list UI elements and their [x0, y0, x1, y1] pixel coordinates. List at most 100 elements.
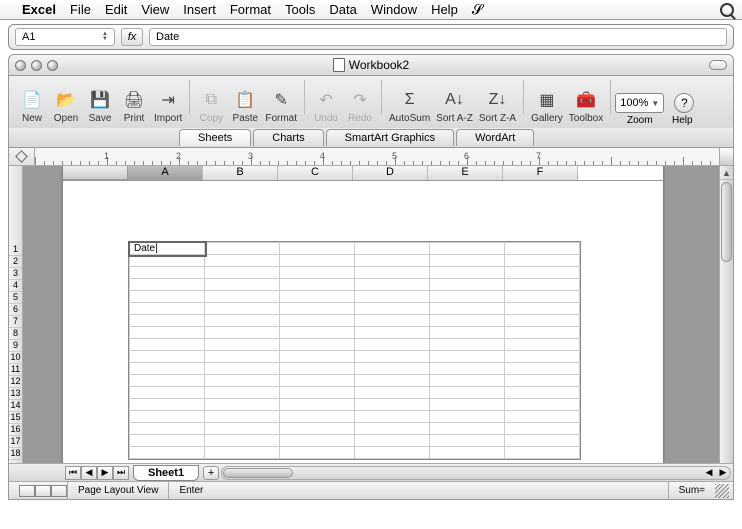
- cell-D7[interactable]: [355, 315, 430, 327]
- cell-A14[interactable]: [130, 399, 205, 411]
- horizontal-scrollbar[interactable]: ◀ ▶: [221, 466, 731, 480]
- column-header-c[interactable]: C: [278, 166, 353, 180]
- add-sheet-button[interactable]: +: [203, 466, 219, 480]
- select-all-diamond[interactable]: [9, 148, 35, 165]
- cell-B8[interactable]: [205, 327, 280, 339]
- page-break-view-button[interactable]: [51, 485, 67, 497]
- cell-C5[interactable]: [280, 291, 355, 303]
- tab-charts[interactable]: Charts: [253, 129, 323, 146]
- menu-format[interactable]: Format: [230, 2, 271, 17]
- cell-C3[interactable]: [280, 267, 355, 279]
- cell-E6[interactable]: [430, 303, 505, 315]
- cell-F9[interactable]: [505, 339, 580, 351]
- cell-C17[interactable]: [280, 435, 355, 447]
- print-button[interactable]: 🖨Print: [117, 87, 151, 126]
- app-menu[interactable]: Excel: [22, 2, 56, 17]
- cell-B18[interactable]: [205, 447, 280, 459]
- menu-help[interactable]: Help: [431, 2, 458, 17]
- cell-B3[interactable]: [205, 267, 280, 279]
- cell-F4[interactable]: [505, 279, 580, 291]
- cell-E16[interactable]: [430, 423, 505, 435]
- cell-D5[interactable]: [355, 291, 430, 303]
- cell-B9[interactable]: [205, 339, 280, 351]
- menu-tools[interactable]: Tools: [285, 2, 315, 17]
- normal-view-button[interactable]: [19, 485, 35, 497]
- cell-F13[interactable]: [505, 387, 580, 399]
- format-button[interactable]: ✎Format: [262, 87, 300, 126]
- row-header-18[interactable]: 18: [9, 448, 22, 460]
- cell-D4[interactable]: [355, 279, 430, 291]
- cell-F2[interactable]: [505, 255, 580, 267]
- row-header-16[interactable]: 16: [9, 424, 22, 436]
- tab-smartart[interactable]: SmartArt Graphics: [326, 129, 454, 146]
- sort-az-button[interactable]: A↓Sort A-Z: [433, 87, 476, 126]
- cell-C10[interactable]: [280, 351, 355, 363]
- undo-button[interactable]: ↶Undo: [309, 87, 343, 126]
- cell-E5[interactable]: [430, 291, 505, 303]
- cell-C8[interactable]: [280, 327, 355, 339]
- cell-D10[interactable]: [355, 351, 430, 363]
- row-header-7[interactable]: 7: [9, 316, 22, 328]
- spotlight-icon[interactable]: [720, 3, 734, 17]
- cell-B2[interactable]: [205, 255, 280, 267]
- new-button[interactable]: 📄New: [15, 87, 49, 126]
- cell-D12[interactable]: [355, 375, 430, 387]
- save-button[interactable]: 💾Save: [83, 87, 117, 126]
- cell-A16[interactable]: [130, 423, 205, 435]
- first-sheet-button[interactable]: ⏮: [65, 466, 81, 480]
- cell-A1[interactable]: Date|: [130, 243, 205, 255]
- cell-D14[interactable]: [355, 399, 430, 411]
- cell-D6[interactable]: [355, 303, 430, 315]
- cell-A8[interactable]: [130, 327, 205, 339]
- cell-C1[interactable]: [280, 243, 355, 255]
- cell-E11[interactable]: [430, 363, 505, 375]
- cell-F18[interactable]: [505, 447, 580, 459]
- cell-A15[interactable]: [130, 411, 205, 423]
- row-header-12[interactable]: 12: [9, 376, 22, 388]
- cell-E13[interactable]: [430, 387, 505, 399]
- cell-C2[interactable]: [280, 255, 355, 267]
- cell-B7[interactable]: [205, 315, 280, 327]
- name-box-stepper-icon[interactable]: ▲▼: [102, 32, 108, 42]
- cell-C14[interactable]: [280, 399, 355, 411]
- column-header-f[interactable]: F: [503, 166, 578, 180]
- open-button[interactable]: 📂Open: [49, 87, 83, 126]
- row-header-11[interactable]: 11: [9, 364, 22, 376]
- import-button[interactable]: ⇥Import: [151, 87, 185, 126]
- row-header-10[interactable]: 10: [9, 352, 22, 364]
- cell-B16[interactable]: [205, 423, 280, 435]
- redo-button[interactable]: ↷Redo: [343, 87, 377, 126]
- name-box[interactable]: A1 ▲▼: [15, 28, 115, 46]
- cell-E3[interactable]: [430, 267, 505, 279]
- cell-E17[interactable]: [430, 435, 505, 447]
- row-header-8[interactable]: 8: [9, 328, 22, 340]
- page-layout-view-button[interactable]: [35, 485, 51, 497]
- cell-D2[interactable]: [355, 255, 430, 267]
- cell-F7[interactable]: [505, 315, 580, 327]
- row-header-5[interactable]: 5: [9, 292, 22, 304]
- menu-insert[interactable]: Insert: [183, 2, 216, 17]
- menu-window[interactable]: Window: [371, 2, 417, 17]
- menu-data[interactable]: Data: [329, 2, 356, 17]
- cell-A17[interactable]: [130, 435, 205, 447]
- cell-F15[interactable]: [505, 411, 580, 423]
- sheet-canvas[interactable]: Date| A B C D E F: [23, 166, 719, 463]
- cell-C16[interactable]: [280, 423, 355, 435]
- scroll-left-icon[interactable]: ◀: [702, 467, 716, 479]
- cell-B4[interactable]: [205, 279, 280, 291]
- cell-C9[interactable]: [280, 339, 355, 351]
- help-button[interactable]: ?: [674, 93, 694, 113]
- cell-F12[interactable]: [505, 375, 580, 387]
- sort-za-button[interactable]: Z↓Sort Z-A: [476, 87, 519, 126]
- cell-D11[interactable]: [355, 363, 430, 375]
- cell-D17[interactable]: [355, 435, 430, 447]
- cell-A18[interactable]: [130, 447, 205, 459]
- row-header-3[interactable]: 3: [9, 268, 22, 280]
- cell-E2[interactable]: [430, 255, 505, 267]
- column-header-a[interactable]: A: [128, 166, 203, 180]
- cell-C13[interactable]: [280, 387, 355, 399]
- cell-B15[interactable]: [205, 411, 280, 423]
- cell-E9[interactable]: [430, 339, 505, 351]
- prev-sheet-button[interactable]: ◀: [81, 466, 97, 480]
- cell-D18[interactable]: [355, 447, 430, 459]
